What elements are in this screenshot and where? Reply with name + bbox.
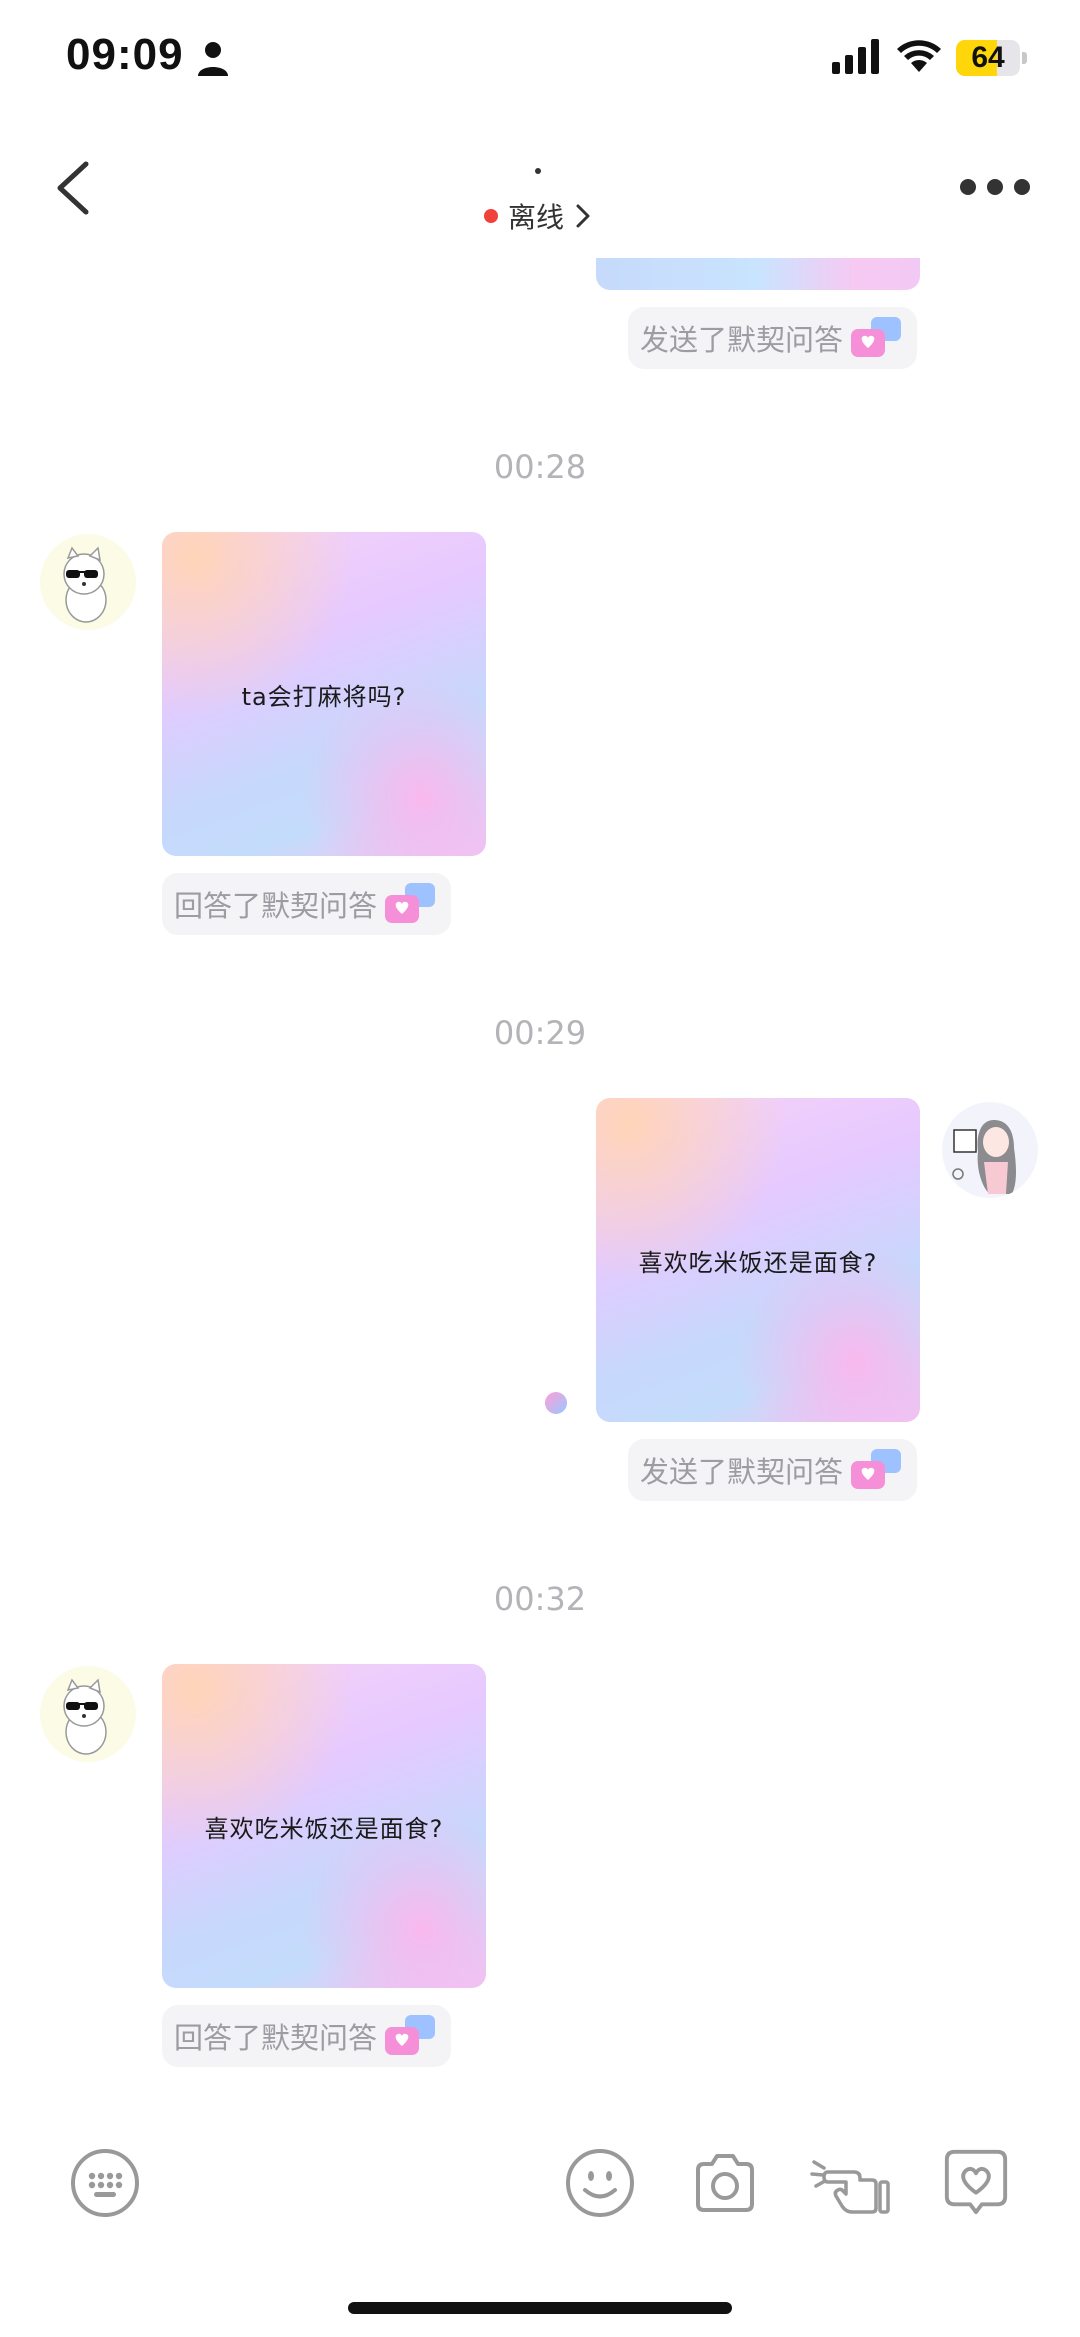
quiz-question-card[interactable]: 喜欢吃米饭还是面食? [596, 1098, 920, 1422]
avatar-contact[interactable] [40, 1666, 136, 1762]
sent-quiz-pill: 发送了默契问答 [628, 307, 918, 369]
battery-indicator: 64 [956, 40, 1028, 76]
quiz-question-text: 喜欢吃米饭还是面食? [638, 1248, 878, 1277]
chevron-right-icon [576, 204, 590, 228]
partial-quiz-card[interactable] [596, 258, 920, 290]
timestamp: 00:32 [493, 1580, 587, 1618]
avatar-self[interactable] [942, 1102, 1038, 1198]
title-dot [535, 168, 541, 174]
pill-label: 发送了默契问答 [640, 1455, 844, 1489]
quiz-question-text: 喜欢吃米饭还是面食? [204, 1814, 444, 1843]
online-status[interactable]: 离线 [484, 196, 592, 236]
read-receipt-icon [545, 1392, 567, 1414]
wifi-icon [897, 40, 941, 72]
quiz-chat-icon [385, 883, 436, 923]
offline-dot-icon [484, 209, 498, 223]
quiz-chat-icon [385, 2015, 436, 2055]
home-indicator[interactable] [348, 2302, 732, 2314]
quiz-question-card[interactable]: 喜欢吃米饭还是面食? [162, 1664, 486, 1988]
camera-icon[interactable] [690, 2148, 760, 2218]
keyboard-icon[interactable] [70, 2148, 140, 2218]
quiz-chat-icon [851, 1449, 902, 1489]
pill-label: 回答了默契问答 [174, 889, 378, 923]
more-options-icon[interactable] [960, 178, 1030, 196]
quiz-question-card[interactable]: ta会打麻将吗? [162, 532, 486, 856]
pill-label: 发送了默契问答 [640, 323, 844, 357]
pill-label: 回答了默契问答 [174, 2021, 378, 2055]
heart-message-icon[interactable] [940, 2146, 1012, 2216]
timestamp: 00:28 [493, 448, 587, 486]
poke-icon[interactable] [810, 2148, 890, 2218]
answered-quiz-pill: 回答了默契问答 [162, 2005, 452, 2067]
timestamp: 00:29 [493, 1014, 587, 1052]
battery-level-text: 64 [971, 41, 1005, 74]
status-label: 离线 [508, 201, 565, 234]
status-time: 09:09 [66, 30, 184, 79]
person-icon [198, 42, 228, 76]
back-chevron-icon[interactable] [52, 160, 96, 216]
avatar-contact[interactable] [40, 534, 136, 630]
answered-quiz-pill: 回答了默契问答 [162, 873, 452, 935]
cellular-signal-icon [832, 39, 879, 74]
emoji-icon[interactable] [565, 2148, 635, 2218]
sent-quiz-pill: 发送了默契问答 [628, 1439, 918, 1501]
quiz-chat-icon [851, 317, 902, 357]
quiz-question-text: ta会打麻将吗? [241, 682, 407, 711]
